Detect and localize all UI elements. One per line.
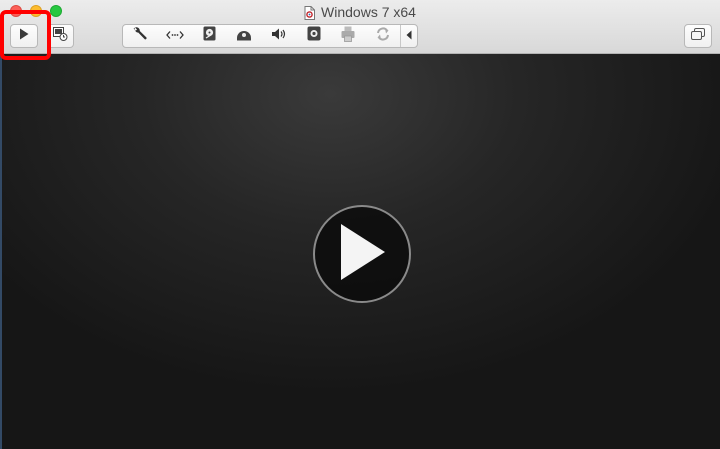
toolbar-overflow-button[interactable] xyxy=(400,25,417,47)
sync-button[interactable] xyxy=(365,25,400,47)
title-bar: Windows 7 x64 xyxy=(0,0,720,54)
unity-view-button[interactable] xyxy=(684,24,712,48)
power-on-button[interactable] xyxy=(10,24,38,48)
optical-disc-icon xyxy=(236,26,252,46)
start-vm-button[interactable] xyxy=(313,205,411,303)
restore-window-icon xyxy=(691,27,705,45)
network-button[interactable] xyxy=(158,25,193,47)
play-icon xyxy=(19,27,29,45)
sync-icon xyxy=(375,26,391,47)
window-title-area: Windows 7 x64 xyxy=(0,3,720,21)
snapshot-button[interactable] xyxy=(47,24,74,48)
printer-button[interactable] xyxy=(331,25,366,47)
sound-button[interactable] xyxy=(262,25,297,47)
vm-window: Windows 7 x64 xyxy=(0,0,720,449)
desktop-edge xyxy=(0,54,2,449)
camera-button[interactable] xyxy=(296,25,331,47)
chevron-left-icon xyxy=(406,27,412,45)
snapshot-icon xyxy=(53,26,68,46)
wrench-icon xyxy=(132,26,148,47)
optical-drive-button[interactable] xyxy=(227,25,262,47)
network-arrows-icon xyxy=(166,27,184,45)
large-play-icon xyxy=(337,222,387,287)
window-title: Windows 7 x64 xyxy=(321,4,416,20)
speaker-icon xyxy=(271,27,287,46)
settings-button[interactable] xyxy=(123,25,158,47)
camera-icon xyxy=(307,26,321,46)
hard-disk-icon xyxy=(203,26,216,46)
device-toolbar xyxy=(122,24,418,48)
vm-document-icon xyxy=(304,6,316,24)
hard-disk-button[interactable] xyxy=(192,25,227,47)
printer-icon xyxy=(341,26,355,47)
